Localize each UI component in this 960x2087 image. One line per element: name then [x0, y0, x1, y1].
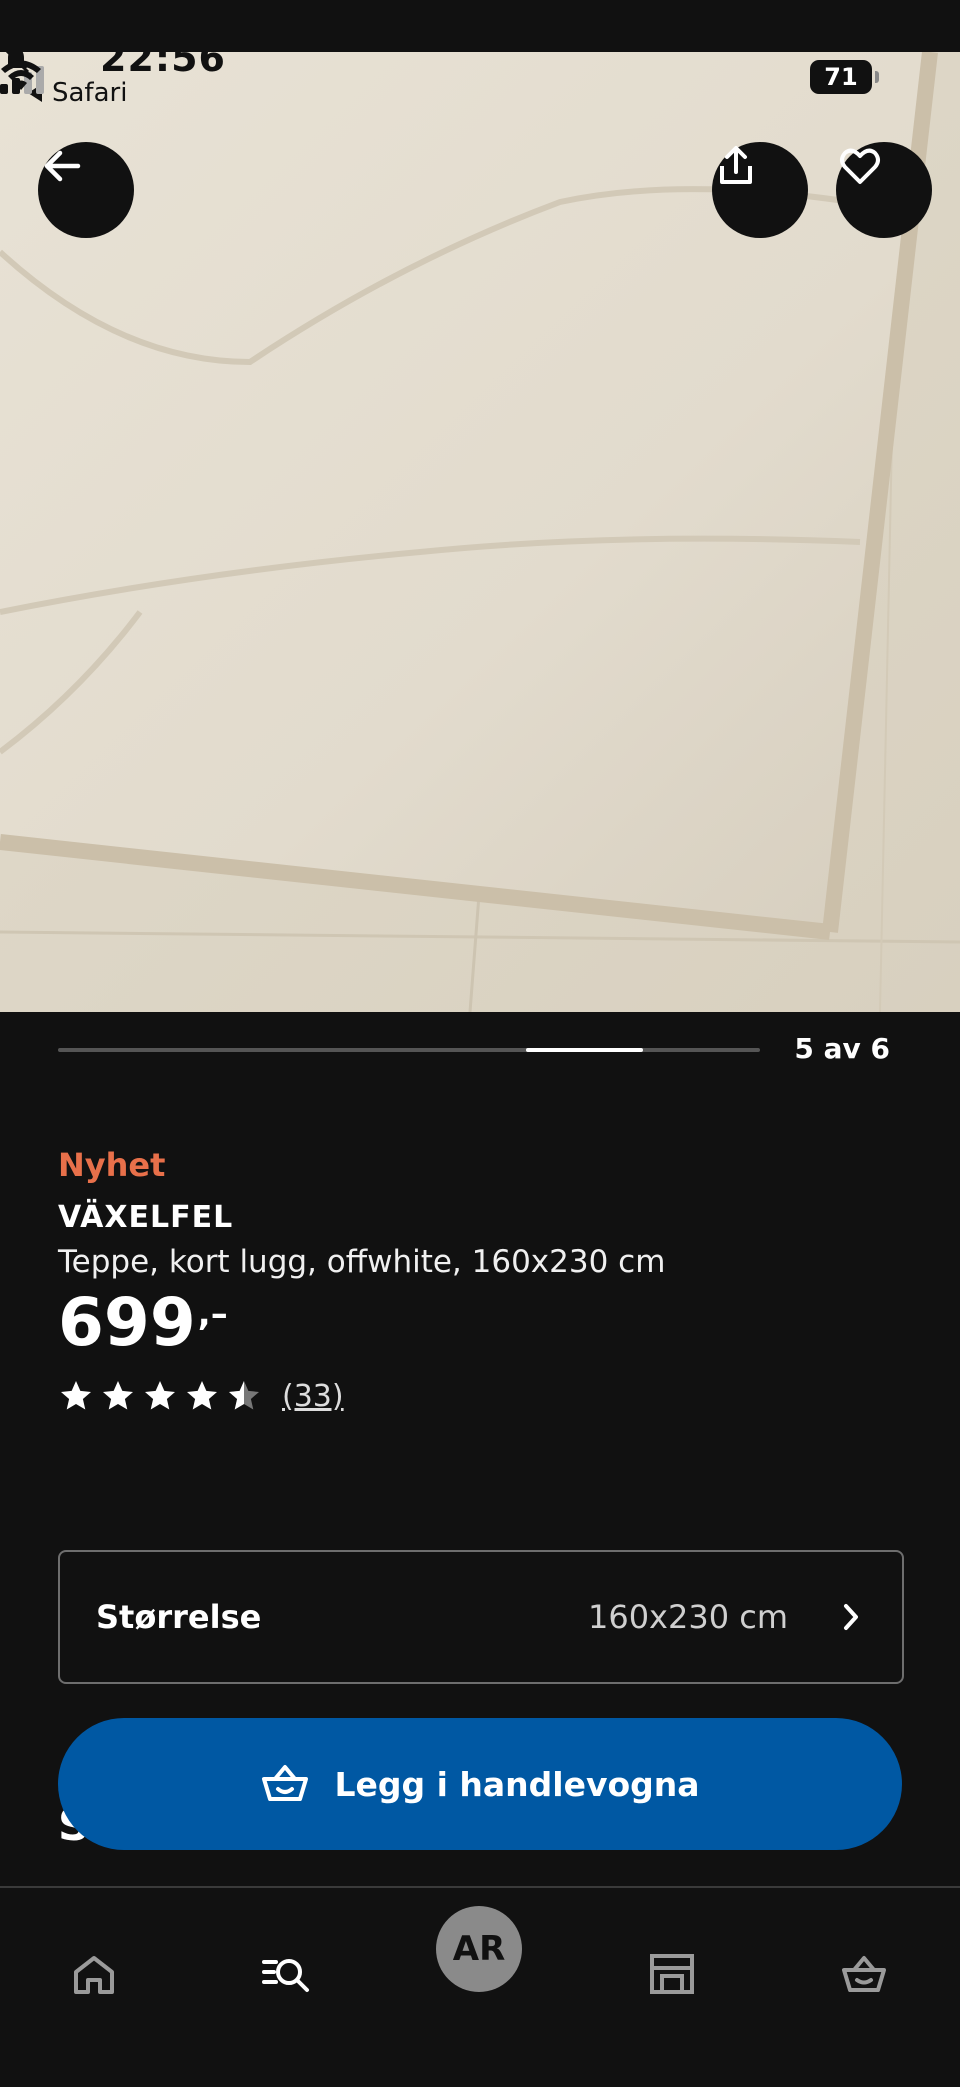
star-icon — [145, 1381, 175, 1410]
cart-icon — [262, 1765, 309, 1801]
heart-icon — [840, 148, 880, 184]
bottom-navigation: AR — [0, 1886, 960, 2087]
status-time: 22:56 — [100, 52, 226, 80]
top-strip — [0, 0, 960, 52]
star-icon — [61, 1381, 91, 1410]
share-icon — [720, 146, 752, 184]
add-to-cart-button[interactable]: Legg i handlevogna — [58, 1718, 902, 1850]
product-name: VÄXELFEL — [58, 1200, 234, 1235]
size-label: Størrelse — [96, 1598, 262, 1636]
basket-icon — [842, 1956, 886, 1992]
product-image[interactable]: 22:56 Safari 71 — [0, 52, 960, 1012]
carousel-progress[interactable] — [58, 1048, 760, 1052]
price-integer: 699 — [58, 1284, 196, 1361]
back-app-label: Safari — [52, 78, 128, 108]
review-count[interactable]: (33) — [282, 1379, 344, 1414]
rug-illustration — [0, 52, 960, 1012]
nav-basket[interactable] — [816, 1926, 912, 2022]
home-icon — [74, 1956, 114, 1994]
star-icon — [187, 1381, 217, 1410]
nav-store[interactable] — [624, 1926, 720, 2022]
carousel-indicator: 5 av 6 — [794, 1032, 890, 1065]
store-icon — [650, 1954, 694, 1994]
chevron-right-icon — [844, 1604, 858, 1630]
star-icon — [103, 1381, 133, 1410]
new-badge: Nyhet — [58, 1146, 166, 1184]
rating[interactable]: (33) — [58, 1378, 344, 1414]
price-suffix: ,– — [197, 1294, 228, 1334]
add-to-cart-label: Legg i handlevogna — [334, 1764, 700, 1804]
nav-ar-button[interactable]: AR — [436, 1906, 522, 1992]
battery-indicator: 71 — [810, 60, 879, 94]
half-star-icon — [229, 1381, 259, 1410]
size-value: 160x230 cm — [587, 1598, 788, 1636]
product-description: Teppe, kort lugg, offwhite, 160x230 cm — [58, 1244, 666, 1280]
wifi-icon — [1, 60, 41, 90]
nav-search[interactable] — [238, 1926, 334, 2022]
back-button[interactable] — [38, 142, 134, 238]
search-icon — [262, 1959, 309, 1992]
nav-home[interactable] — [46, 1926, 142, 2022]
product-page: 22:56 Safari 71 5 av 6 Nyhet VÄXELFEL Te… — [0, 0, 960, 2087]
product-price: 699 ,– — [58, 1290, 228, 1356]
arrow-left-icon — [44, 150, 81, 182]
size-selector[interactable]: Størrelse 160x230 cm — [58, 1550, 904, 1684]
share-button[interactable] — [712, 142, 808, 238]
carousel-progress-fill — [526, 1048, 643, 1052]
favorite-button[interactable] — [836, 142, 932, 238]
